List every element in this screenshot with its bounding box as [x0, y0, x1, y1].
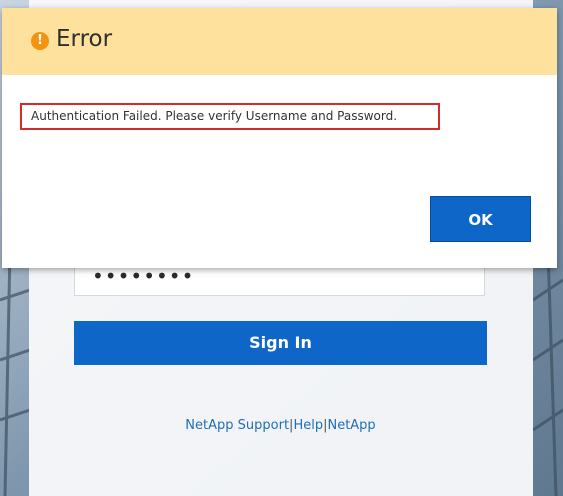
- netapp-link[interactable]: NetApp: [327, 418, 375, 433]
- footer-links: NetApp Support|Help|NetApp: [74, 418, 487, 433]
- sign-in-button[interactable]: Sign In: [74, 321, 487, 365]
- warning-icon: !: [31, 32, 49, 50]
- dialog-header: ! Error: [2, 8, 557, 75]
- ok-button[interactable]: OK: [430, 196, 531, 242]
- error-message-highlight: Authentication Failed. Please verify Use…: [20, 103, 440, 130]
- error-message: Authentication Failed. Please verify Use…: [31, 109, 398, 123]
- help-link[interactable]: Help: [293, 418, 323, 433]
- dialog-title: Error: [56, 26, 113, 52]
- netapp-support-link[interactable]: NetApp Support: [185, 418, 289, 433]
- error-dialog: ! Error Authentication Failed. Please ve…: [2, 8, 557, 268]
